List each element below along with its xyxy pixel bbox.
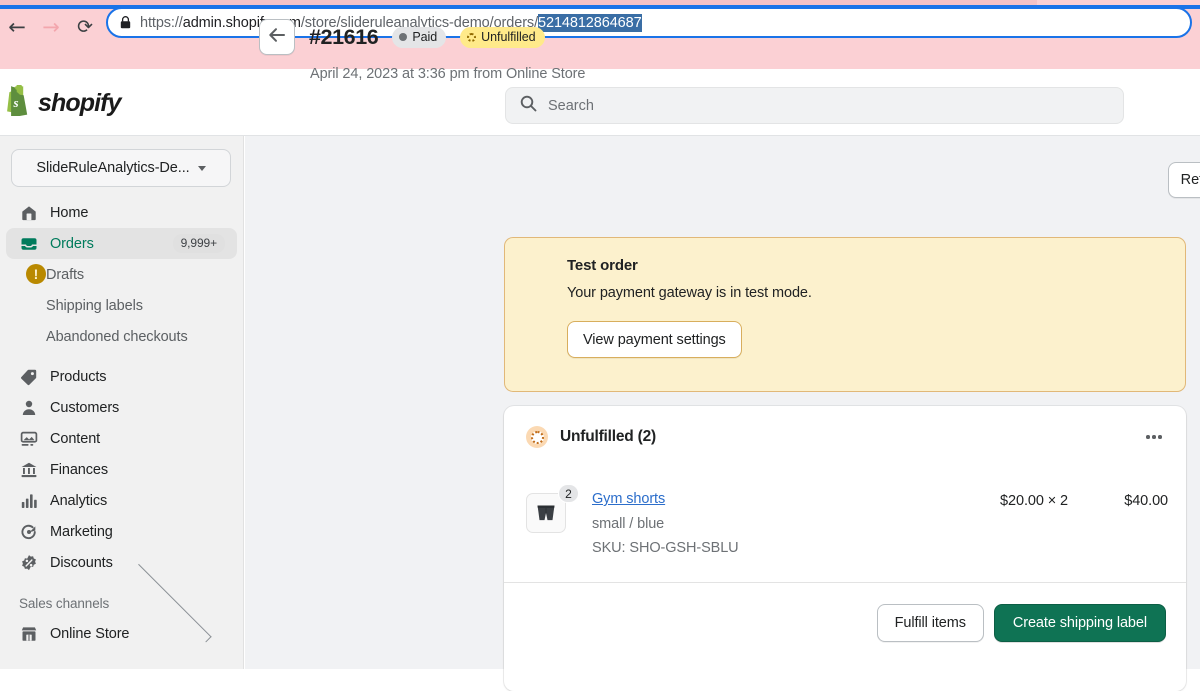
sidebar-item-home[interactable]: Home xyxy=(6,197,237,228)
shopify-wordmark: shopify xyxy=(38,88,121,117)
banner-body: Your payment gateway is in test mode. xyxy=(567,285,812,301)
shopify-logo[interactable]: s shopify xyxy=(0,82,200,121)
sidebar-item-label: Home xyxy=(50,204,89,221)
sidebar-item-label: Online Store xyxy=(50,625,130,642)
line-item-details: Gym shorts small / blue SKU: SHO-GSH-SBL… xyxy=(592,490,918,556)
discounts-percent-icon xyxy=(19,553,38,572)
customers-person-icon xyxy=(19,398,38,417)
reload-button[interactable]: ⟳ xyxy=(68,10,102,44)
sidebar-item-label: Orders xyxy=(50,235,94,252)
refund-button[interactable]: Refund xyxy=(1168,162,1200,198)
sidebar-item-content[interactable]: Content xyxy=(6,423,237,454)
test-order-banner: Test order Your payment gateway is in te… xyxy=(504,237,1186,392)
order-timestamp: April 24, 2023 at 3:36 pm from Online St… xyxy=(310,66,586,82)
orders-inbox-icon xyxy=(19,234,38,253)
sidebar-item-abandoned-checkouts[interactable]: Abandoned checkouts xyxy=(6,321,237,352)
fulfill-items-button[interactable]: Fulfill items xyxy=(876,603,984,642)
search-placeholder: Search xyxy=(548,97,594,114)
sidebar-item-label: Finances xyxy=(50,461,109,478)
sidebar-item-discounts[interactable]: Discounts xyxy=(6,547,237,578)
search-input[interactable]: Search xyxy=(505,87,1124,124)
order-header: #21616 Paid Unfulfilled April 24, 2023 a… xyxy=(259,19,959,82)
sidebar-item-marketing[interactable]: Marketing xyxy=(6,516,237,547)
product-sku: SKU: SHO-GSH-SBLU xyxy=(592,540,739,556)
status-badge-unfulfilled-label: Unfulfilled xyxy=(481,30,536,44)
product-thumbnail-wrap: 2 xyxy=(526,484,579,533)
warning-exclamation-icon: ! xyxy=(26,264,46,284)
sidebar: SlideRuleAnalytics-De... Home Orders 9,9… xyxy=(0,136,244,669)
sidebar-item-shipping-labels[interactable]: Shipping labels xyxy=(6,290,237,321)
shopify-bag-icon: s xyxy=(4,82,31,121)
create-shipping-label-button[interactable]: Create shipping label xyxy=(993,603,1166,642)
sidebar-item-orders[interactable]: Orders 9,999+ xyxy=(6,228,237,259)
sidebar-subitem-label: Drafts xyxy=(46,266,85,283)
sidebar-item-products[interactable]: Products xyxy=(6,361,237,392)
chevron-down-icon xyxy=(197,165,206,171)
back-button[interactable]: ← xyxy=(0,10,34,44)
products-tag-icon xyxy=(19,367,38,386)
card-actions: Fulfill items Create shipping label xyxy=(504,583,1186,662)
store-switcher[interactable]: SlideRuleAnalytics-De... xyxy=(11,149,231,187)
dashed-circle-icon xyxy=(467,32,477,42)
unfulfilled-card-header: Unfulfilled (2) xyxy=(504,406,1186,468)
line-item-total: $40.00 xyxy=(1124,493,1168,509)
analytics-bars-icon xyxy=(19,491,38,510)
sidebar-item-label: Products xyxy=(50,368,107,385)
page-title: #21616 xyxy=(309,24,379,49)
unfulfilled-card: Unfulfilled (2) 2 Gym shorts small / blu… xyxy=(504,406,1186,691)
sidebar-item-online-store[interactable]: Online Store xyxy=(6,618,237,649)
orders-count-badge: 9,999+ xyxy=(172,234,225,253)
store-switcher-label: SlideRuleAnalytics-De... xyxy=(36,160,190,176)
search-icon xyxy=(520,95,537,117)
content-image-icon xyxy=(19,429,38,448)
kebab-menu-icon[interactable] xyxy=(1140,423,1168,451)
sidebar-item-customers[interactable]: Customers xyxy=(6,392,237,423)
lock-icon xyxy=(120,16,131,29)
status-badge-paid: Paid xyxy=(392,26,447,48)
sidebar-item-label: Customers xyxy=(50,399,120,416)
marketing-megaphone-icon xyxy=(19,522,38,541)
status-badge-paid-label: Paid xyxy=(412,30,438,44)
quantity-badge: 2 xyxy=(558,484,579,503)
home-icon xyxy=(19,203,38,222)
order-header-row: #21616 Paid Unfulfilled xyxy=(259,19,959,55)
sidebar-subitem-label: Abandoned checkouts xyxy=(46,328,188,345)
svg-text:s: s xyxy=(13,95,19,110)
sidebar-item-label: Analytics xyxy=(50,492,108,509)
line-item-unit-price: $20.00 × 2 xyxy=(1000,493,1068,509)
sidebar-item-finances[interactable]: Finances xyxy=(6,454,237,485)
unfulfilled-dashed-circle-icon xyxy=(526,426,548,448)
sidebar-item-label: Content xyxy=(50,430,101,447)
unfulfilled-card-title: Unfulfilled (2) xyxy=(560,428,657,445)
sales-channels-header[interactable]: Sales channels xyxy=(6,563,237,643)
filled-dot-icon xyxy=(399,33,408,41)
back-to-orders-button[interactable] xyxy=(259,19,295,55)
view-payment-settings-button[interactable]: View payment settings xyxy=(567,321,742,358)
finances-bank-icon xyxy=(19,460,38,479)
status-badge-unfulfilled: Unfulfilled xyxy=(460,26,545,48)
line-item-row: 2 Gym shorts small / blue SKU: SHO-GSH-S… xyxy=(504,468,1186,582)
product-title-link[interactable]: Gym shorts xyxy=(592,491,665,507)
banner-title: Test order xyxy=(567,257,638,274)
url-scheme: https:// xyxy=(140,14,183,31)
sales-channels-label: Sales channels xyxy=(19,595,110,611)
sidebar-item-label: Marketing xyxy=(50,523,113,540)
sidebar-subitem-label: Shipping labels xyxy=(46,297,143,314)
sidebar-item-analytics[interactable]: Analytics xyxy=(6,485,237,516)
product-variant: small / blue xyxy=(592,516,665,532)
back-arrow-icon xyxy=(268,27,286,48)
forward-button[interactable]: → xyxy=(34,10,68,44)
browser-nav-buttons: ← → ⟳ xyxy=(0,9,104,45)
online-store-icon xyxy=(19,624,38,643)
